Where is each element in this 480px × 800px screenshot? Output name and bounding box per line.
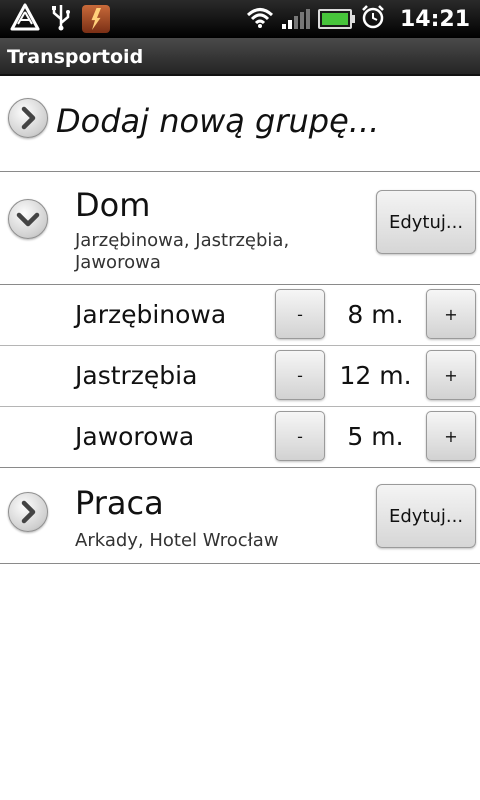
signal-icon (281, 9, 310, 29)
add-group-row[interactable]: Dodaj nową grupę... (0, 76, 480, 172)
group-row-praca[interactable]: Praca Arkady, Hotel Wrocław Edytuj... (0, 468, 480, 564)
status-bar: 14:21 (0, 0, 480, 38)
chevron-right-icon[interactable] (8, 492, 48, 532)
group-name: Dom (75, 186, 151, 224)
group-subtitle: Jarzębinowa, Jastrzębia, Jaworowa (75, 230, 290, 273)
stop-time: 8 m. (347, 300, 404, 329)
battery-icon (317, 9, 355, 29)
stop-name: Jarzębinowa (75, 300, 227, 329)
increase-time-button[interactable]: + (426, 411, 476, 461)
stop-time: 12 m. (339, 361, 412, 390)
decrease-time-button[interactable]: - (275, 289, 325, 339)
status-bar-system: 14:21 (246, 4, 470, 34)
stop-row: Jarzębinowa - 8 m. + (0, 285, 480, 346)
increase-time-button[interactable]: + (426, 289, 476, 339)
decrease-time-button[interactable]: - (275, 411, 325, 461)
usb-icon (50, 3, 72, 35)
stop-row: Jastrzębia - 12 m. + (0, 346, 480, 407)
stop-name: Jastrzębia (75, 361, 198, 390)
group-row-dom[interactable]: Dom Jarzębinowa, Jastrzębia, Jaworowa Ed… (0, 172, 480, 285)
group-name: Praca (75, 484, 164, 522)
chevron-down-icon[interactable] (8, 199, 48, 239)
warning-icon (10, 3, 40, 35)
wifi-icon (246, 6, 274, 32)
decrease-time-button[interactable]: - (275, 350, 325, 400)
group-list: Dodaj nową grupę... Dom Jarzębinowa, Jas… (0, 76, 480, 564)
stop-time: 5 m. (347, 422, 404, 451)
add-group-label: Dodaj nową grupę... (56, 102, 380, 140)
edit-group-button[interactable]: Edytuj... (376, 484, 476, 548)
edit-group-button[interactable]: Edytuj... (376, 190, 476, 254)
status-bar-notifications (10, 3, 110, 35)
app-title-bar: Transportoid (0, 38, 480, 76)
stop-name: Jaworowa (75, 422, 195, 451)
chevron-right-icon[interactable] (8, 98, 48, 138)
power-app-icon (82, 5, 110, 33)
status-time: 14:21 (399, 6, 470, 32)
group-subtitle: Arkady, Hotel Wrocław (75, 530, 279, 551)
app-title: Transportoid (7, 46, 144, 68)
increase-time-button[interactable]: + (426, 350, 476, 400)
stop-row: Jaworowa - 5 m. + (0, 407, 480, 468)
alarm-icon (360, 4, 386, 34)
